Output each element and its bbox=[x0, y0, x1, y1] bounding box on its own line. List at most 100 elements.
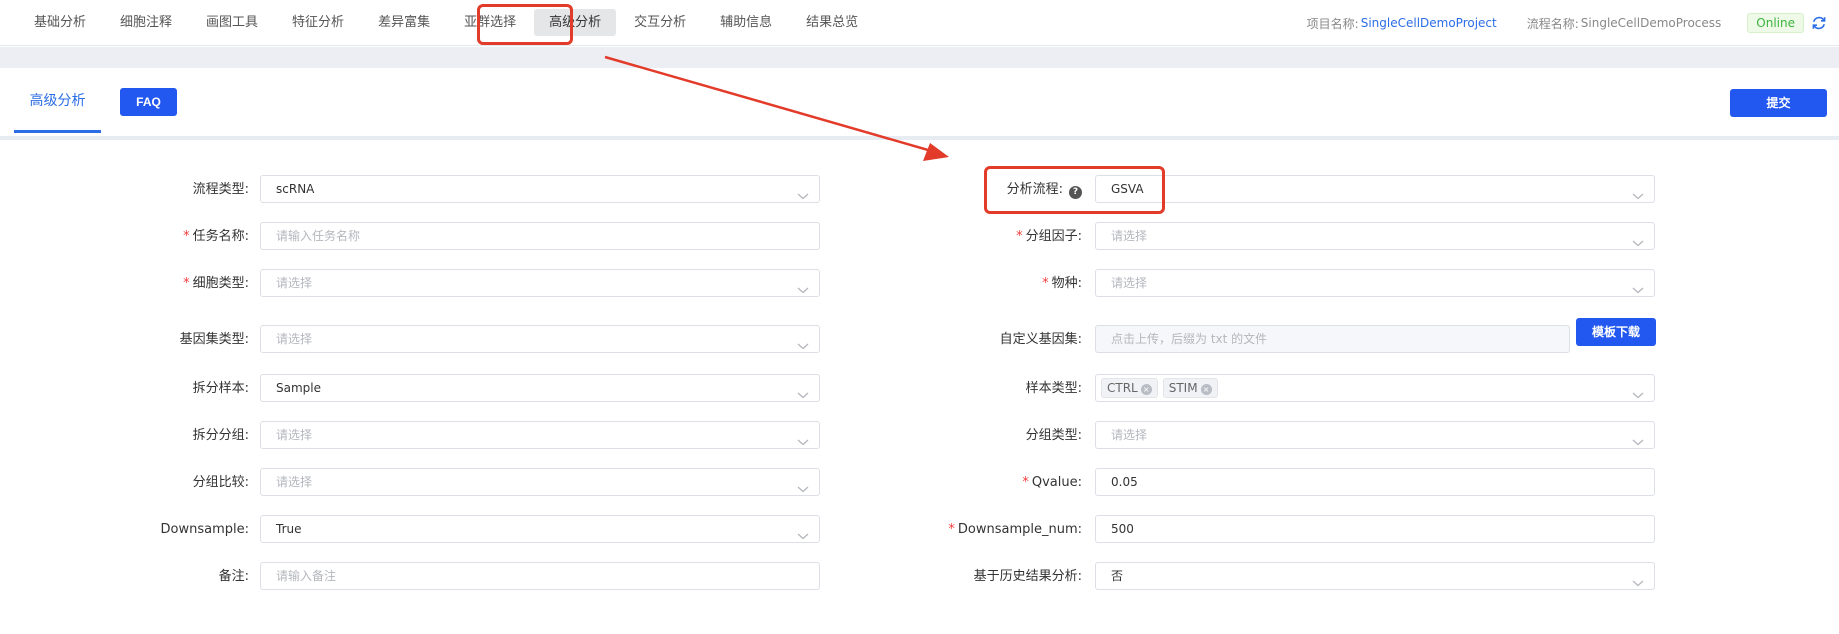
chevron-down-icon bbox=[1632, 184, 1644, 200]
menu-item[interactable]: 辅助信息 bbox=[704, 9, 788, 36]
group_factor-label-text: 分组因子: bbox=[1025, 229, 1082, 244]
flow_type-select[interactable]: scRNA bbox=[260, 175, 820, 203]
custom_geneset-value: 点击上传，后缀为 txt 的文件 bbox=[1111, 332, 1268, 346]
chevron-down-icon bbox=[1632, 278, 1644, 294]
split_sample-select[interactable]: Sample bbox=[260, 374, 820, 402]
required-mark: * bbox=[1022, 475, 1029, 490]
project-name-label: 项目名称: bbox=[1306, 16, 1359, 31]
sample-type-tag: STIM × bbox=[1162, 378, 1218, 398]
split_sample-value: Sample bbox=[276, 381, 321, 395]
tag-label: STIM bbox=[1168, 381, 1198, 395]
history-select[interactable]: 否 bbox=[1095, 562, 1655, 590]
downsample-value: True bbox=[276, 522, 302, 536]
faq-button[interactable]: FAQ bbox=[120, 88, 177, 116]
qvalue-value: 0.05 bbox=[1111, 475, 1138, 489]
chevron-down-icon bbox=[1632, 231, 1644, 247]
species-value: 请选择 bbox=[1111, 276, 1148, 290]
remark-value: 请输入备注 bbox=[276, 569, 337, 583]
group_type-label: 分组类型: bbox=[1026, 428, 1082, 444]
chevron-down-icon bbox=[797, 430, 809, 446]
sample_type-label: 样本类型: bbox=[1026, 381, 1082, 397]
group_type-select[interactable]: 请选择 bbox=[1095, 421, 1655, 449]
project-name-value[interactable]: SingleCellDemoProject bbox=[1361, 16, 1497, 30]
status-badge: Online bbox=[1747, 13, 1804, 33]
cell_type-select[interactable]: 请选择 bbox=[260, 269, 820, 297]
top-nav: 基础分析 细胞注释 画图工具 特征分析 差异富集 亚群选择 高级分析 交互分析 辅助信息 结果总览… bbox=[0, 0, 1839, 46]
custom_geneset-upload[interactable]: 点击上传，后缀为 txt 的文件 bbox=[1095, 325, 1570, 353]
group_compare-value: 请选择 bbox=[276, 475, 313, 489]
group_compare-select[interactable]: 请选择 bbox=[260, 468, 820, 496]
geneset_type-select[interactable]: 请选择 bbox=[260, 325, 820, 353]
tab-advanced-analysis[interactable]: 高级分析 bbox=[14, 68, 101, 133]
task_name-input[interactable]: 请输入任务名称 bbox=[260, 222, 820, 250]
species-select[interactable]: 请选择 bbox=[1095, 269, 1655, 297]
group_type-value: 请选择 bbox=[1111, 428, 1148, 442]
downsample_num-label-text: Downsample_num: bbox=[957, 522, 1082, 537]
geneset_type-value: 请选择 bbox=[276, 332, 313, 346]
menu-item[interactable]: 基础分析 bbox=[18, 9, 102, 36]
custom_geneset-label: 自定义基因集: bbox=[1000, 332, 1082, 348]
menu-item[interactable]: 差异富集 bbox=[362, 9, 446, 36]
species-label: * 物种: bbox=[1042, 276, 1082, 292]
chevron-down-icon bbox=[797, 477, 809, 493]
chevron-down-icon bbox=[797, 383, 809, 399]
downsample-label-text: Downsample: bbox=[160, 522, 249, 537]
menu-item[interactable]: 细胞注释 bbox=[104, 9, 188, 36]
cell_type-value: 请选择 bbox=[276, 276, 313, 290]
downsample-select[interactable]: True bbox=[260, 515, 820, 543]
split_group-select[interactable]: 请选择 bbox=[260, 421, 820, 449]
chevron-down-icon bbox=[1632, 571, 1644, 587]
refresh-icon[interactable] bbox=[1811, 15, 1827, 31]
template-download-button[interactable]: 模板下载 bbox=[1576, 318, 1656, 346]
submit-button[interactable]: 提交 bbox=[1730, 89, 1827, 117]
tab-active-indicator bbox=[14, 130, 101, 133]
qvalue-input[interactable]: 0.05 bbox=[1095, 468, 1655, 496]
split_sample-label-text: 拆分样本: bbox=[192, 381, 249, 396]
header-divider bbox=[0, 136, 1839, 140]
group_factor-value: 请选择 bbox=[1111, 229, 1148, 243]
split_group-label-text: 拆分分组: bbox=[192, 428, 249, 443]
remark-input[interactable]: 请输入备注 bbox=[260, 562, 820, 590]
task_name-label-text: 任务名称: bbox=[192, 229, 249, 244]
history-label-text: 基于历史结果分析: bbox=[973, 569, 1082, 584]
menu-item[interactable]: 特征分析 bbox=[276, 9, 360, 36]
project-info: 项目名称: SingleCellDemoProject 流程名称: Single… bbox=[1307, 13, 1827, 33]
menu-item[interactable]: 高级分析 bbox=[534, 9, 617, 36]
required-mark: * bbox=[183, 229, 190, 244]
sample_type-label-text: 样本类型: bbox=[1025, 381, 1082, 396]
chevron-down-icon bbox=[797, 278, 809, 294]
qvalue-label-text: Qvalue: bbox=[1031, 475, 1082, 490]
help-icon[interactable]: ? bbox=[1069, 186, 1082, 199]
menu-item[interactable]: 亚群选择 bbox=[448, 9, 532, 36]
geneset_type-label-text: 基因集类型: bbox=[179, 332, 249, 347]
sample_type-select[interactable]: CTRL × STIM × bbox=[1095, 374, 1655, 402]
group_compare-label-text: 分组比较: bbox=[192, 475, 249, 490]
menu-item[interactable]: 交互分析 bbox=[618, 9, 702, 36]
flow_type-label: 流程类型: bbox=[193, 182, 249, 198]
split_group-value: 请选择 bbox=[276, 428, 313, 442]
chevron-down-icon bbox=[797, 334, 809, 350]
group_factor-select[interactable]: 请选择 bbox=[1095, 222, 1655, 250]
group_compare-label: 分组比较: bbox=[193, 475, 249, 491]
qvalue-label: * Qvalue: bbox=[1022, 475, 1082, 491]
flow_type-label-text: 流程类型: bbox=[192, 182, 249, 197]
required-mark: * bbox=[948, 522, 955, 537]
chevron-down-icon bbox=[1632, 383, 1644, 399]
tag-close-icon[interactable]: × bbox=[1200, 384, 1212, 395]
required-mark: * bbox=[183, 276, 190, 291]
menu-item[interactable]: 画图工具 bbox=[190, 9, 274, 36]
tag-close-icon[interactable]: × bbox=[1140, 384, 1152, 395]
tag-label: CTRL bbox=[1107, 381, 1138, 395]
geneset_type-label: 基因集类型: bbox=[180, 332, 249, 348]
chevron-down-icon bbox=[797, 524, 809, 540]
species-label-text: 物种: bbox=[1051, 276, 1082, 291]
menu-item[interactable]: 结果总览 bbox=[790, 9, 874, 36]
analysis_flow-select[interactable]: GSVA bbox=[1095, 175, 1655, 203]
group_factor-label: * 分组因子: bbox=[1016, 229, 1082, 245]
remark-label-text: 备注: bbox=[218, 569, 249, 584]
remark-label: 备注: bbox=[219, 569, 249, 585]
group_type-label-text: 分组类型: bbox=[1025, 428, 1082, 443]
history-label: 基于历史结果分析: bbox=[974, 569, 1082, 585]
downsample_num-input[interactable]: 500 bbox=[1095, 515, 1655, 543]
chevron-down-icon bbox=[1632, 430, 1644, 446]
